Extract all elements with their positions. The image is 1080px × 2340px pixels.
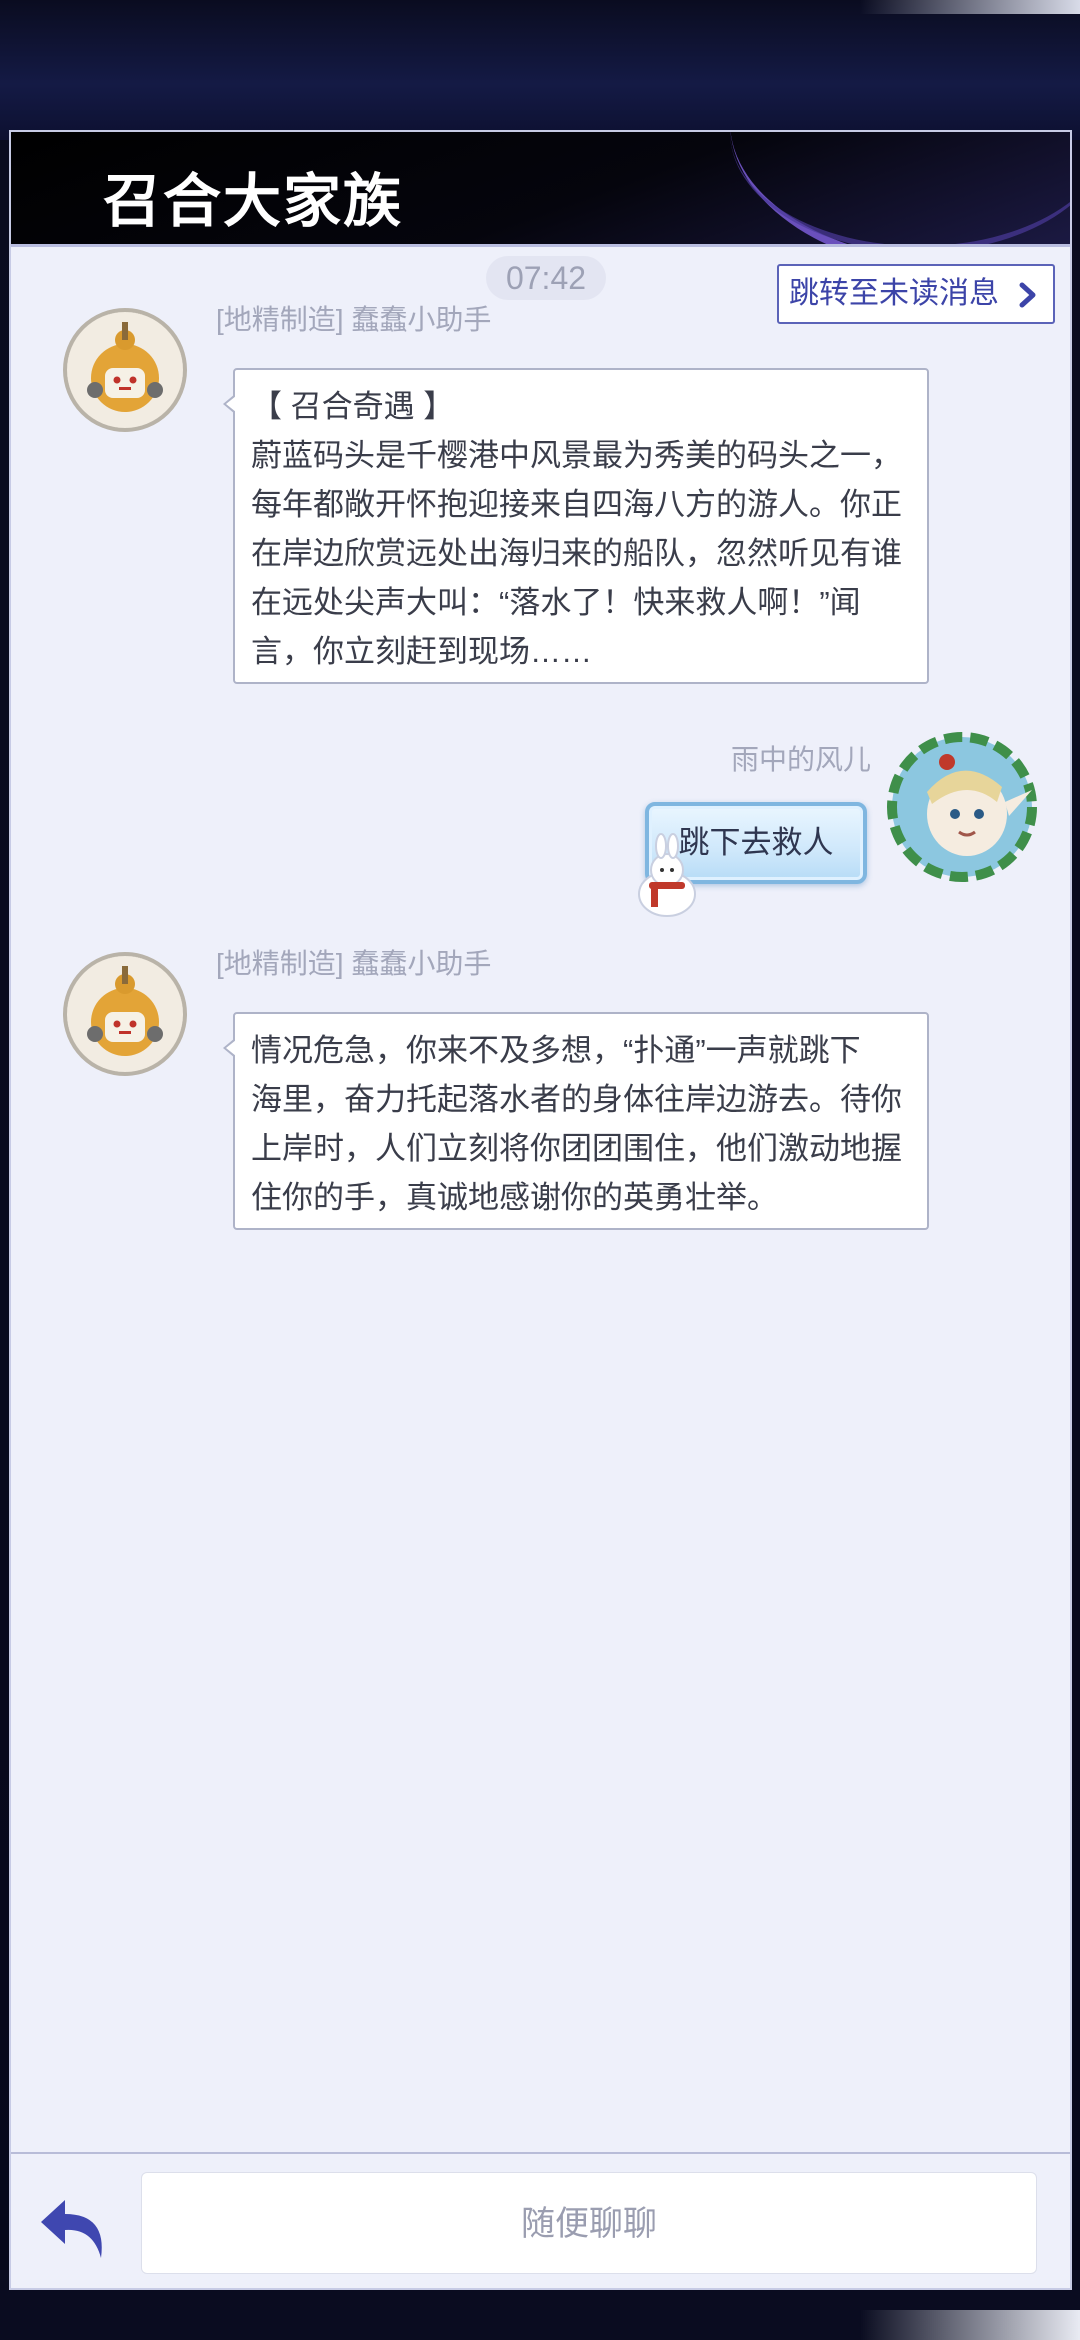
message-line: 在远处尖声大叫：“落水了！快来救人啊！”闻 — [251, 585, 861, 620]
header-decoration — [730, 132, 1070, 244]
message-line: 在岸边欣赏远处出海归来的船队，忽然听见有谁 — [251, 536, 902, 571]
robot-avatar[interactable] — [63, 952, 187, 1076]
background-streak — [860, 0, 1080, 14]
background-top — [0, 0, 1080, 140]
panel-header: 召合大家族 — [11, 132, 1070, 244]
message-line: 上岸时，人们立刻将你团团围住，他们激动地握 — [251, 1131, 902, 1166]
message-line: 每年都敞开怀抱迎接来自四海八方的游人。你正 — [251, 487, 902, 522]
robot-avatar-image — [67, 956, 183, 1072]
back-arrow-icon[interactable] — [35, 2192, 115, 2266]
snow-bunny-decoration — [638, 833, 696, 917]
timestamp: 07:42 — [486, 256, 606, 300]
message-line: 情况危急，你来不及多想，“扑通”一声就跳下 — [251, 1033, 861, 1068]
sender-name: 雨中的风儿 — [731, 744, 872, 775]
jump-to-unread-button[interactable]: 跳转至未读消息 — [777, 264, 1055, 324]
message-line: 住你的手，真诚地感谢你的英勇壮举。 — [251, 1180, 778, 1215]
robot-avatar-image — [67, 312, 183, 428]
sender-name: [地精制造] 蠢蠢小助手 — [216, 304, 492, 335]
message-line: 言，你立刻赶到现场…… — [251, 634, 592, 669]
jump-to-unread-label: 跳转至未读消息 — [789, 277, 999, 310]
message-line: 蔚蓝码头是千樱港中风景最为秀美的码头之一， — [251, 438, 902, 473]
message-bubble: 【 召合奇遇 】 蔚蓝码头是千樱港中风景最为秀美的码头之一， 每年都敞开怀抱迎接… — [223, 368, 929, 684]
chat-panel: 召合大家族 07:42 跳转至未读消息 [地精制造] 蠢蠢小助手 【 召合奇遇 … — [9, 130, 1072, 2290]
divider — [11, 2152, 1070, 2154]
page-title: 召合大家族 — [103, 167, 404, 235]
chevron-right-icon — [1019, 282, 1036, 308]
message-line: 【 召合奇遇 】 — [251, 389, 455, 424]
elf-avatar[interactable] — [887, 732, 1037, 882]
message-bubble: 情况危急，你来不及多想，“扑通”一声就跳下 海里，奋力托起落水者的身体往岸边游去… — [223, 1012, 929, 1230]
divider — [11, 244, 1070, 247]
robot-avatar[interactable] — [63, 308, 187, 432]
chat-input[interactable]: 随便聊聊 — [141, 2172, 1037, 2274]
background-streak — [860, 2310, 1080, 2340]
message-line: 海里，奋力托起落水者的身体往岸边游去。待你 — [251, 1082, 902, 1117]
sender-name: [地精制造] 蠢蠢小助手 — [216, 948, 492, 979]
